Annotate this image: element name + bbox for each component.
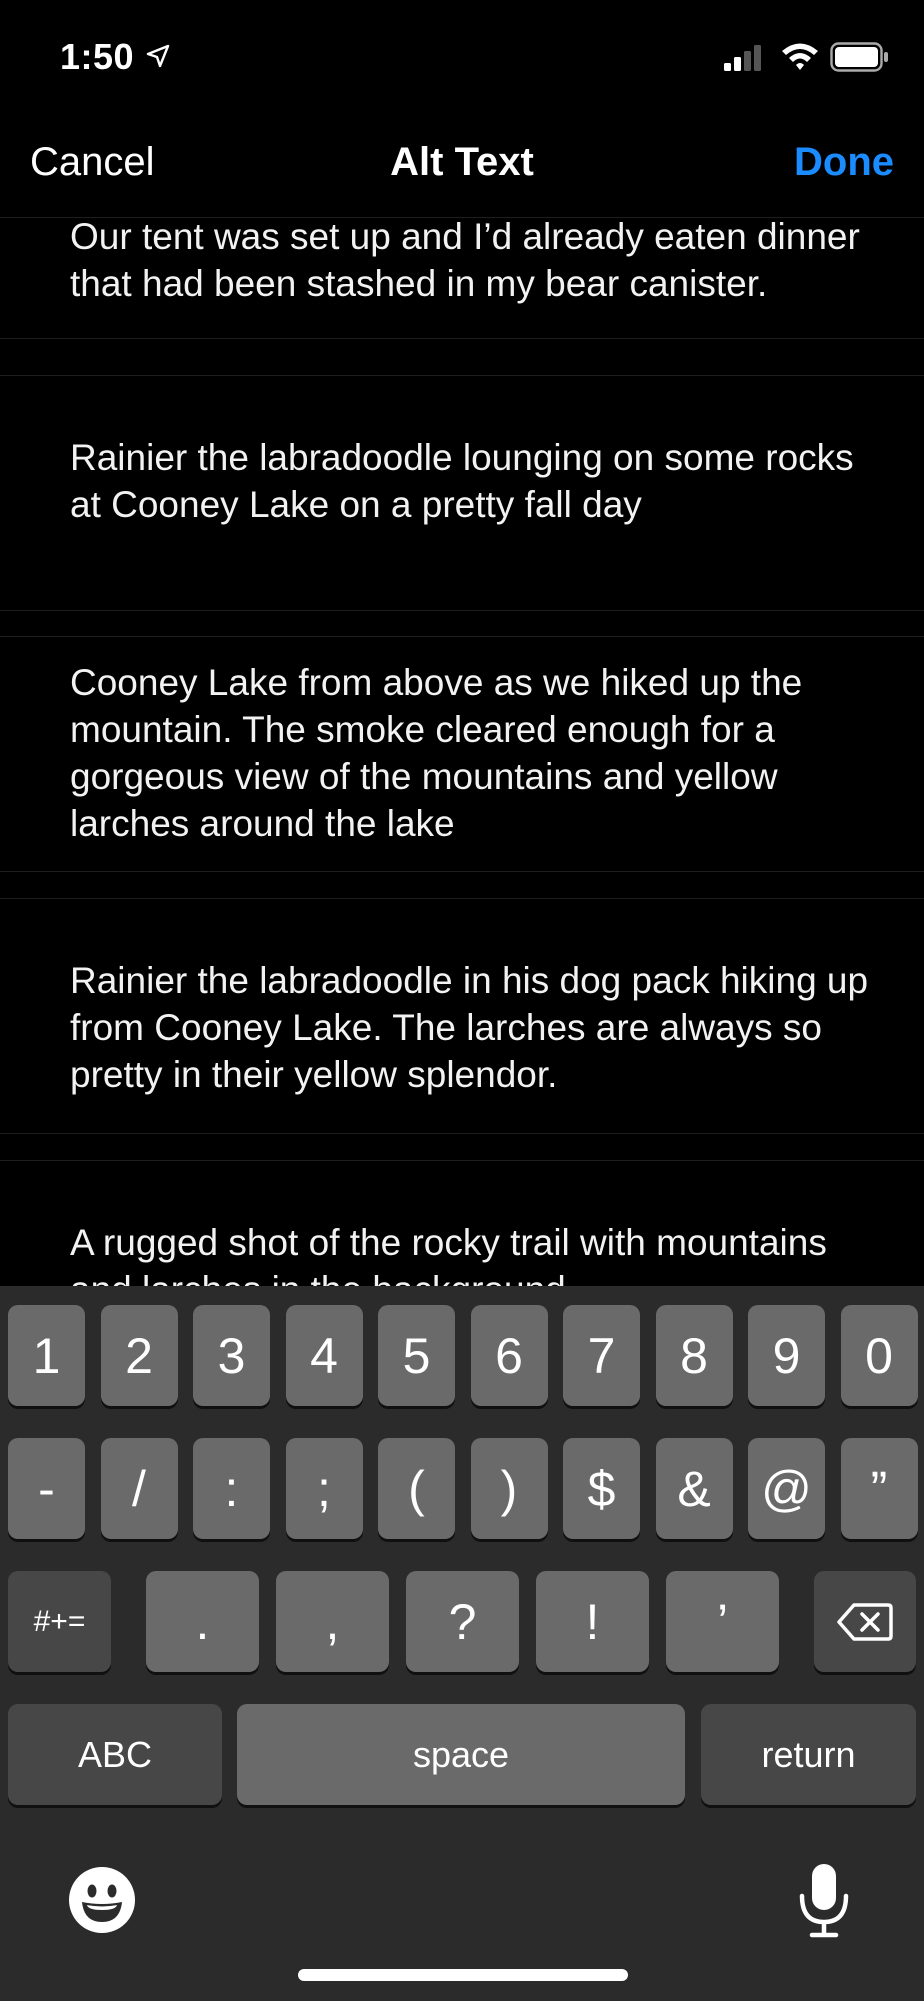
- alt-text-item[interactable]: A rugged shot of the rocky trail with mo…: [0, 1160, 924, 1286]
- status-bar: 1:50: [0, 0, 924, 110]
- alt-text-list[interactable]: Our tent was set up and I’d already eate…: [0, 218, 924, 1286]
- alt-text-item[interactable]: Rainier the labradoodle lounging on some…: [0, 375, 924, 611]
- battery-icon: [830, 42, 888, 72]
- key-open-paren[interactable]: (: [378, 1438, 455, 1539]
- key-9[interactable]: 9: [748, 1305, 825, 1406]
- key-4[interactable]: 4: [285, 1305, 363, 1406]
- key-minus[interactable]: -: [8, 1438, 85, 1539]
- key-7[interactable]: 7: [563, 1305, 640, 1406]
- alt-text-item[interactable]: Rainier the labradoodle in his dog pack …: [0, 898, 924, 1134]
- alt-text-item[interactable]: Our tent was set up and I’d already eate…: [0, 218, 924, 339]
- key-quote[interactable]: ”: [840, 1438, 918, 1539]
- location-arrow-icon: [146, 44, 170, 68]
- space-key[interactable]: space: [237, 1704, 685, 1805]
- home-indicator[interactable]: [298, 1969, 628, 1981]
- key-3[interactable]: 3: [193, 1305, 270, 1406]
- key-comma[interactable]: ,: [276, 1571, 389, 1672]
- key-exclamation[interactable]: !: [536, 1571, 649, 1672]
- key-6[interactable]: 6: [470, 1305, 548, 1406]
- key-apostrophe[interactable]: ’: [666, 1571, 779, 1672]
- alt-text-field[interactable]: A rugged shot of the rocky trail with mo…: [70, 1219, 890, 1286]
- key-2[interactable]: 2: [100, 1305, 178, 1406]
- key-at[interactable]: @: [748, 1438, 825, 1539]
- more-symbols-key[interactable]: #+=: [8, 1571, 111, 1672]
- key-period[interactable]: .: [146, 1571, 259, 1672]
- key-semicolon[interactable]: ;: [285, 1438, 363, 1539]
- emoji-icon[interactable]: [68, 1866, 136, 1934]
- key-8[interactable]: 8: [655, 1305, 733, 1406]
- return-key[interactable]: return: [701, 1704, 916, 1805]
- alt-text-item[interactable]: Cooney Lake from above as we hiked up th…: [0, 636, 924, 872]
- abc-key[interactable]: ABC: [8, 1704, 222, 1805]
- status-time: 1:50: [60, 36, 135, 77]
- key-question[interactable]: ?: [406, 1571, 519, 1672]
- alt-text-field[interactable]: Our tent was set up and I’d already eate…: [70, 218, 890, 307]
- microphone-icon[interactable]: [798, 1862, 850, 1938]
- key-1[interactable]: 1: [8, 1305, 85, 1406]
- cancel-button[interactable]: Cancel: [30, 140, 155, 185]
- key-dollar[interactable]: $: [563, 1438, 640, 1539]
- delete-backspace-icon: [837, 1602, 893, 1641]
- done-button[interactable]: Done: [794, 140, 894, 185]
- key-slash[interactable]: /: [100, 1438, 178, 1539]
- alt-text-field[interactable]: Rainier the labradoodle in his dog pack …: [70, 957, 890, 1098]
- alt-text-field[interactable]: Cooney Lake from above as we hiked up th…: [70, 659, 890, 847]
- key-close-paren[interactable]: ): [470, 1438, 548, 1539]
- key-0[interactable]: 0: [840, 1305, 918, 1406]
- key-ampersand[interactable]: &: [655, 1438, 733, 1539]
- key-colon[interactable]: :: [193, 1438, 270, 1539]
- key-5[interactable]: 5: [378, 1305, 455, 1406]
- alt-text-field[interactable]: Rainier the labradoodle lounging on some…: [70, 434, 890, 528]
- wifi-icon: [782, 43, 818, 70]
- delete-key[interactable]: [814, 1571, 916, 1672]
- navigation-bar: Cancel Alt Text Done: [0, 110, 924, 218]
- cellular-signal-icon: [724, 45, 761, 71]
